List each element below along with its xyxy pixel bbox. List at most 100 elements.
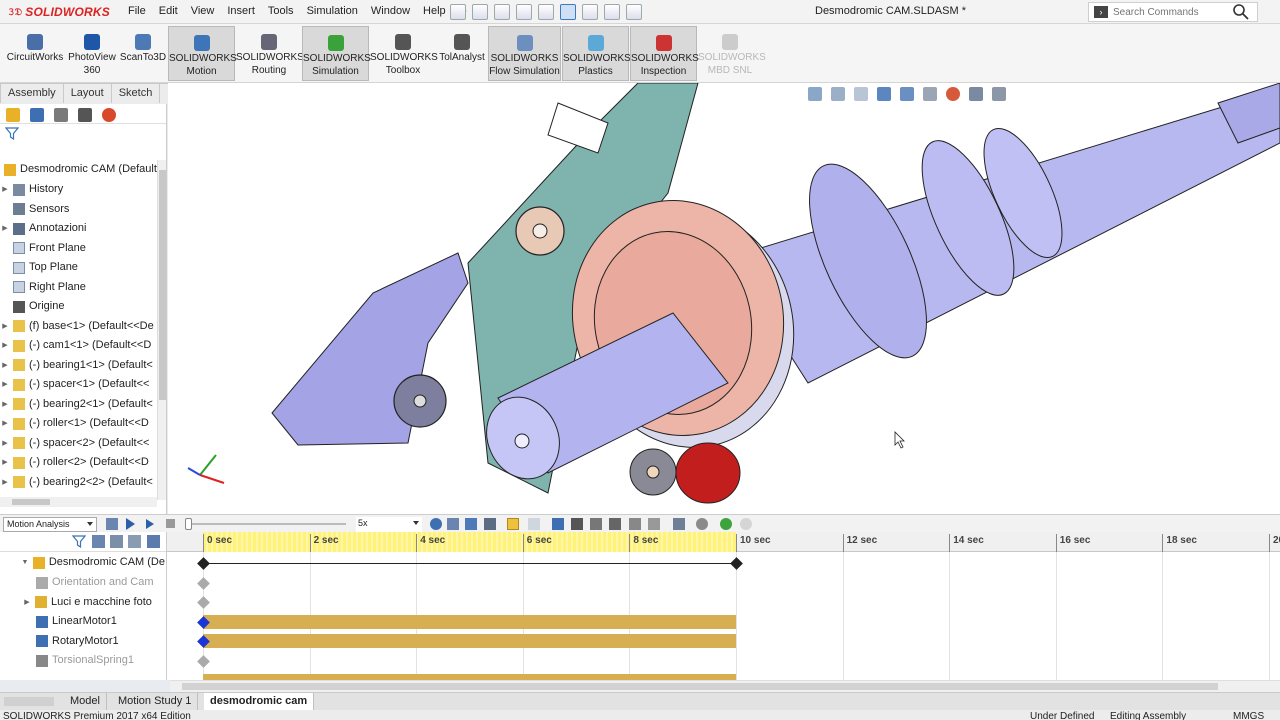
expand-arrow-icon[interactable]: ▶ [0,219,10,238]
playback-speed-select[interactable]: 5x [356,517,422,532]
gravity-icon[interactable] [648,518,660,530]
menu-simulation[interactable]: Simulation [307,5,358,18]
tree-root-assembly[interactable]: Desmodromic CAM (Default [0,160,160,179]
tab-sketch[interactable]: Sketch [110,83,161,103]
motion-study-properties-icon[interactable] [696,518,708,530]
display-manager-tab-icon[interactable] [102,108,116,122]
command-circuitworks-button[interactable]: CircuitWorks [4,26,66,81]
key-point-icon[interactable] [197,655,210,668]
playback-mode-icon[interactable] [430,518,442,530]
tree-vertical-scrollbar[interactable] [157,160,166,500]
filter-animated-icon[interactable] [92,535,105,548]
unit-system[interactable]: MMGS [1233,711,1264,720]
end-key-icon[interactable] [730,557,743,570]
tree-item[interactable]: ▶ (-) roller<1> (Default<<D [0,414,160,433]
graphics-viewport[interactable] [168,83,1280,514]
expand-arrow-icon[interactable]: ▶ [0,453,10,472]
open-folder-icon[interactable] [472,4,488,20]
tree-item[interactable]: ▶ History [0,180,160,199]
add-update-key-icon[interactable] [507,518,519,530]
display-pane-icon[interactable] [992,87,1006,101]
property-manager-tab-icon[interactable] [30,108,44,122]
appearance-icon[interactable] [946,87,960,101]
zoom-to-fit-icon[interactable] [808,87,822,101]
tree-horizontal-scrollbar[interactable] [0,497,157,507]
tree-item[interactable]: ▶ (-) bearing2<1> (Default< [0,395,160,414]
document-tab-model[interactable]: Model [64,693,107,710]
configuration-manager-tab-icon[interactable] [54,108,68,122]
command-360-button[interactable]: PhotoView 360 [66,26,118,81]
motor-duration-bar[interactable] [203,615,736,629]
filter-icon[interactable] [72,535,86,548]
results-icon[interactable] [673,518,685,530]
search-input[interactable] [1113,6,1233,18]
command-routing-button[interactable]: SOLIDWORKS Routing [236,26,304,81]
expand-arrow-icon[interactable]: ▶ [0,375,10,394]
contact-icon[interactable] [629,518,641,530]
study-type-select[interactable]: Motion Analysis [3,517,97,532]
filter-driving-icon[interactable] [110,535,123,548]
tree-item[interactable]: ▶ (-) bearing2<2> (Default< [0,473,160,492]
motor-icon[interactable] [552,518,564,530]
expand-arrow-icon[interactable]: ▶ [0,395,10,414]
tree-item[interactable]: ▶ (f) base<1> (Default<<De [0,317,160,336]
motion-tree-item[interactable]: Orientation and Cam [0,573,165,592]
feature-manager-tab-icon[interactable] [6,108,20,122]
menu-tools[interactable]: Tools [268,5,294,18]
new-document-icon[interactable] [450,4,466,20]
results-and-plots-icon[interactable] [528,518,540,530]
scene-icon[interactable] [969,87,983,101]
autokey-icon[interactable] [484,518,496,530]
tab-layout[interactable]: Layout [62,83,112,103]
command-scanto3d-button[interactable]: ScanTo3D [118,26,168,81]
force-icon[interactable] [609,518,621,530]
lower-roller[interactable] [629,442,741,504]
save-animation-icon[interactable] [447,518,459,530]
search-icon[interactable] [1232,3,1250,21]
rebuild-icon[interactable] [582,4,598,20]
start-key-icon[interactable] [197,557,210,570]
tree-item[interactable]: ▶ (-) bearing1<1> (Default< [0,356,160,375]
tab-assembly[interactable]: Assembly [0,83,64,103]
menu-edit[interactable]: Edit [159,5,178,18]
print-icon[interactable] [516,4,532,20]
expand-arrow-icon[interactable]: ▶ [0,336,10,355]
tree-item[interactable]: Front Plane [0,239,160,258]
spring-icon[interactable] [571,518,583,530]
command-tolanalyst-button[interactable]: TolAnalyst [436,26,488,81]
stop-icon[interactable] [166,519,175,528]
timeline-time-ruler[interactable]: 0 sec 2 sec 4 sec 6 sec 8 sec 10 sec 12 sec 14 … [167,532,1280,552]
motor-duration-bar[interactable] [203,634,736,648]
tree-item[interactable]: Origine [0,297,160,316]
menu-view[interactable]: View [191,5,215,18]
expand-arrow-icon[interactable]: ▶ [22,593,32,612]
command-flow-simulation-button[interactable]: SOLIDWORKS Flow Simulation [488,26,561,81]
tab-scroll-arrows-icon[interactable] [4,697,54,706]
motion-tree-item[interactable]: ▶ Luci e macchine foto [0,593,165,612]
simulation-setup-icon[interactable] [720,518,732,530]
document-tab-motion-study-1[interactable]: Motion Study 1 [112,693,199,710]
dimxpert-tab-icon[interactable] [78,108,92,122]
motion-timeline[interactable]: 0 sec 2 sec 4 sec 6 sec 8 sec 10 sec 12 sec 14 … [167,532,1280,680]
tree-item[interactable]: Right Plane [0,278,160,297]
tree-item[interactable]: Sensors [0,200,160,219]
motion-tree-item[interactable]: RotaryMotor1 [0,632,165,651]
calculate-icon[interactable] [106,518,118,530]
command-plastics-button[interactable]: SOLIDWORKS Plastics [562,26,631,81]
damper-icon[interactable] [590,518,602,530]
motion-tree-root[interactable]: ▼ Desmodromic CAM (De [0,553,165,572]
key-point-icon[interactable] [197,577,210,590]
playback-slider-track[interactable] [186,523,346,525]
base-block[interactable] [271,252,469,446]
command-motion-button[interactable]: SOLIDWORKS Motion [168,26,237,81]
key-point-icon[interactable] [197,596,210,609]
command-toolbox-button[interactable]: SOLIDWORKS Toolbox [370,26,438,81]
command-simulation-button[interactable]: SOLIDWORKS Simulation [302,26,371,81]
menu-file[interactable]: File [128,5,146,18]
expand-arrow-icon[interactable]: ▶ [0,180,10,199]
play-icon[interactable] [146,519,154,529]
camshaft[interactable] [727,83,1280,384]
expand-arrow-icon[interactable]: ▶ [0,414,10,433]
tree-item[interactable]: ▶ (-) spacer<2> (Default<< [0,434,160,453]
options-gear-icon[interactable] [626,4,642,20]
